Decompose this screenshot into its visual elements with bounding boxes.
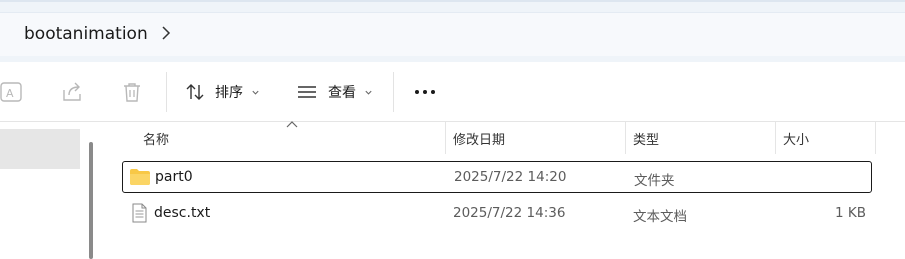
trash-icon[interactable]: [120, 80, 144, 104]
column-header: 名称 修改日期 类型 大小: [103, 121, 905, 154]
column-type[interactable]: 类型: [633, 129, 659, 148]
file-name: part0: [155, 169, 193, 185]
column-divider[interactable]: [875, 122, 876, 154]
file-type: 文件夹: [634, 173, 675, 189]
svg-text:A: A: [6, 87, 14, 100]
column-divider[interactable]: [625, 122, 626, 154]
breadcrumb-bootanimation[interactable]: bootanimation: [24, 24, 148, 44]
file-size: 1 KB: [835, 205, 866, 221]
view-button[interactable]: 查看: [296, 80, 373, 104]
sort-icon: [186, 84, 204, 100]
file-row-part0[interactable]: part0 2025/7/22 14:20 文件夹: [122, 161, 872, 193]
chevron-down-icon: [365, 90, 372, 95]
command-bar: A 排序 查看: [0, 62, 905, 122]
text-file-icon: [132, 203, 147, 223]
navigation-pane: [0, 122, 103, 259]
file-date: 2025/7/22 14:36: [453, 205, 566, 221]
file-type: 文本文档: [633, 209, 687, 225]
chevron-down-icon: [252, 90, 259, 95]
nav-selected-item[interactable]: [0, 129, 80, 169]
sort-label: 排序: [215, 85, 243, 101]
file-row-desc-txt[interactable]: desc.txt 2025/7/22 14:36 文本文档 1 KB: [122, 198, 872, 230]
toolbar-divider: [393, 72, 394, 112]
share-icon[interactable]: [60, 80, 84, 104]
sort-button[interactable]: 排序: [185, 80, 260, 104]
view-label: 查看: [328, 85, 356, 101]
title-bar-area: bootanimation: [0, 0, 905, 62]
column-size[interactable]: 大小: [783, 129, 809, 148]
folder-icon: [130, 169, 150, 185]
chevron-right-icon[interactable]: [158, 25, 174, 41]
column-divider[interactable]: [775, 122, 776, 154]
rename-icon[interactable]: A: [0, 80, 24, 104]
view-list-icon: [298, 86, 316, 98]
file-date: 2025/7/22 14:20: [454, 169, 567, 185]
column-divider[interactable]: [445, 122, 446, 154]
column-date[interactable]: 修改日期: [453, 129, 505, 148]
more-icon[interactable]: [413, 80, 437, 104]
sort-ascending-icon: [286, 121, 298, 128]
file-name: desc.txt: [154, 205, 211, 221]
column-name[interactable]: 名称: [143, 129, 169, 148]
nav-scrollbar[interactable]: [89, 142, 93, 259]
toolbar-divider: [166, 72, 167, 112]
